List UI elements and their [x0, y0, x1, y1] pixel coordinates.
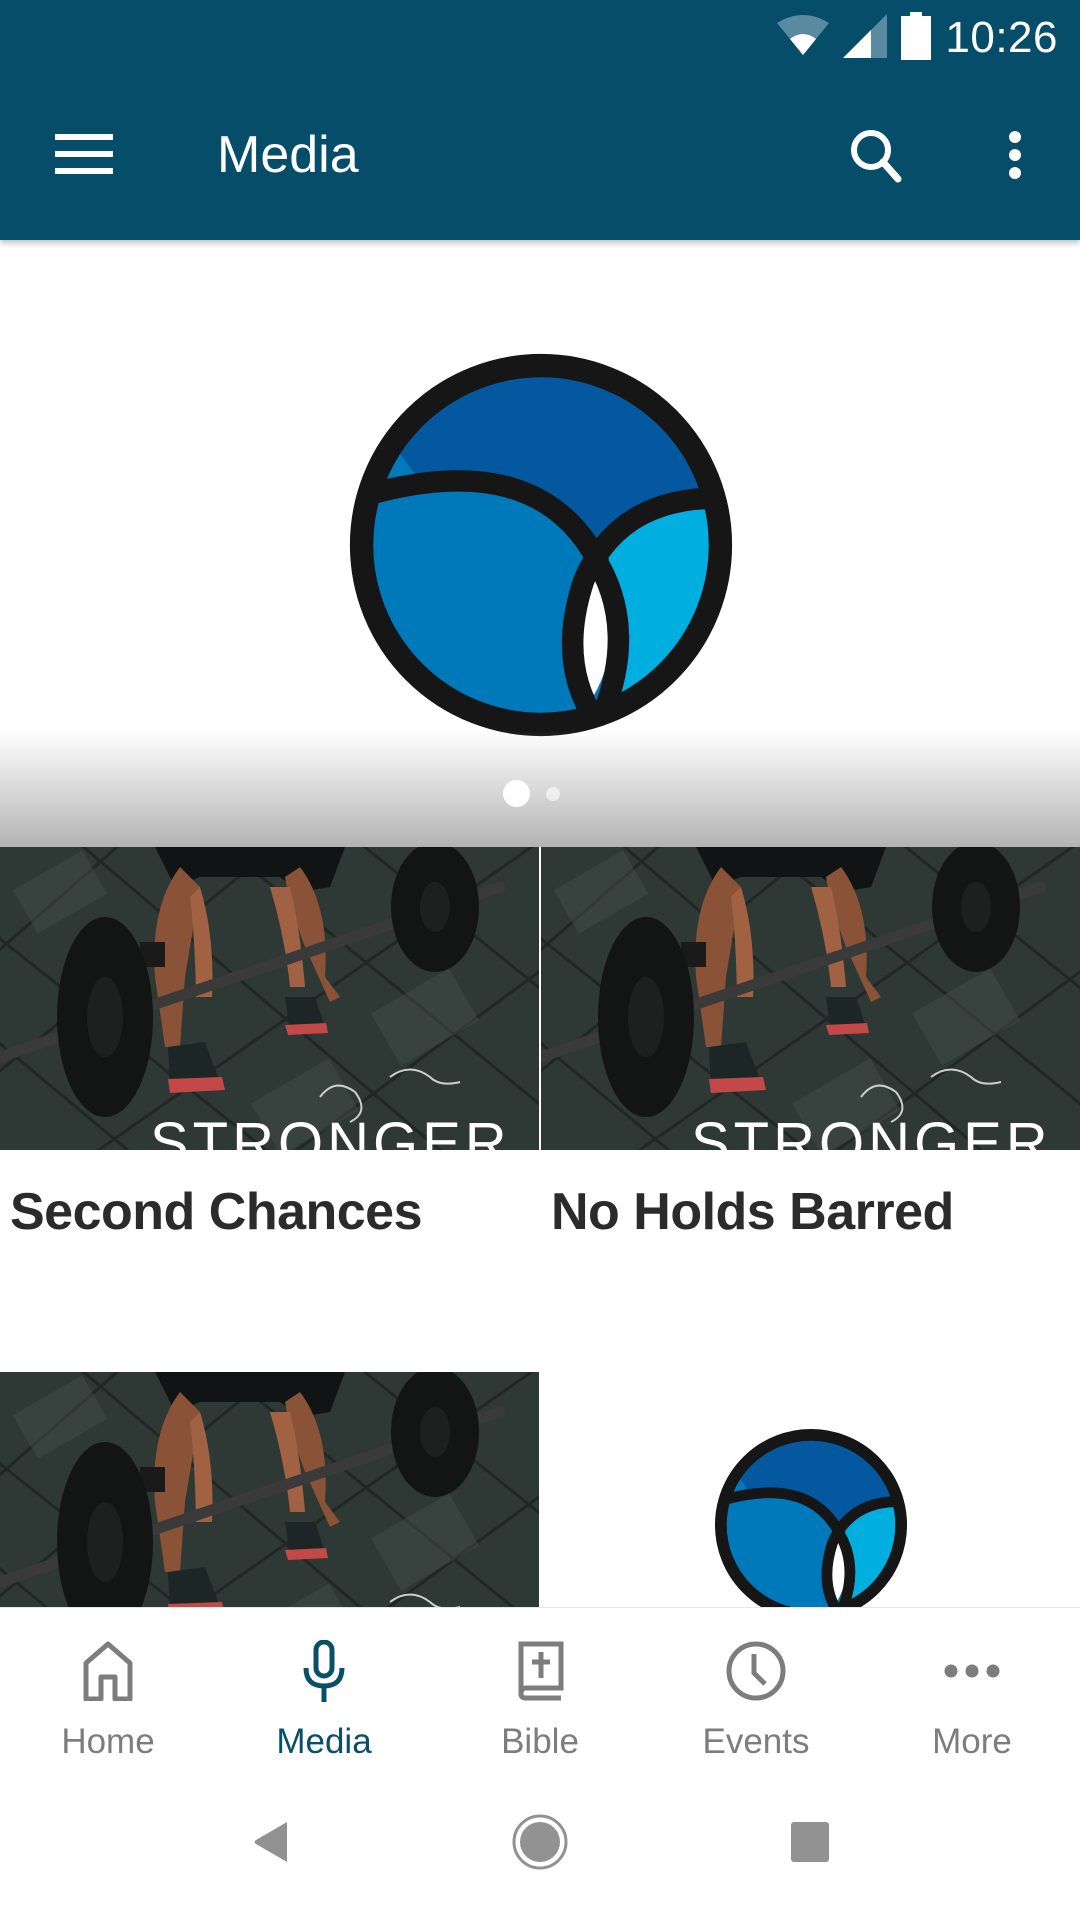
nav-bible[interactable]: Bible	[432, 1608, 648, 1767]
search-button[interactable]	[836, 115, 916, 195]
system-recents-button[interactable]	[765, 1807, 855, 1877]
carousel-dot[interactable]	[545, 786, 560, 801]
toolbar: Media	[0, 75, 1080, 240]
wifi-icon	[777, 14, 830, 62]
overflow-menu-icon	[1009, 131, 1021, 179]
nav-home[interactable]: Home	[0, 1608, 216, 1767]
screen: 10:26 Media Second Chances No Holds Barr…	[0, 0, 1080, 1920]
media-item[interactable]	[0, 1372, 539, 1607]
nav-events[interactable]: Events	[648, 1608, 864, 1767]
media-item[interactable]: Second Chances	[0, 847, 539, 1307]
nav-more[interactable]: More	[864, 1608, 1080, 1767]
nav-label: Media	[276, 1722, 372, 1761]
carousel-dot-active[interactable]	[502, 780, 530, 807]
cellular-signal-icon	[843, 13, 888, 63]
church-logo	[713, 1427, 909, 1607]
featured-carousel[interactable]	[0, 240, 1080, 847]
clock: 10:26	[945, 13, 1058, 62]
app-bar: 10:26 Media	[0, 0, 1080, 240]
bible-icon	[508, 1638, 572, 1704]
media-item[interactable]	[541, 1372, 1080, 1607]
media-item-title: No Holds Barred	[551, 1183, 954, 1241]
nav-label: Home	[61, 1722, 155, 1761]
nav-label: Events	[702, 1722, 810, 1761]
overflow-menu-button[interactable]	[975, 115, 1055, 195]
microphone-icon	[292, 1638, 356, 1704]
recents-icon	[791, 1822, 829, 1862]
page-title: Media	[217, 126, 359, 184]
system-navigation-bar	[0, 1767, 1080, 1920]
media-item[interactable]: No Holds Barred	[541, 847, 1080, 1307]
series-thumbnail	[0, 847, 539, 1150]
system-back-button[interactable]	[226, 1807, 316, 1877]
carousel-indicator	[0, 780, 1080, 807]
status-bar: 10:26	[0, 0, 1080, 75]
hamburger-menu-icon	[55, 134, 113, 174]
church-logo	[346, 350, 736, 740]
nav-label: Bible	[501, 1722, 579, 1761]
series-thumbnail	[0, 1372, 539, 1607]
search-icon	[851, 130, 902, 183]
home-circle-icon	[512, 1814, 568, 1870]
more-dots-icon	[940, 1638, 1004, 1704]
nav-label: More	[932, 1722, 1012, 1761]
back-icon	[254, 1822, 287, 1862]
bottom-navigation: Home Media Bible Events More	[0, 1607, 1080, 1767]
home-icon	[76, 1638, 140, 1704]
nav-media[interactable]: Media	[216, 1608, 432, 1767]
status-icons: 10:26	[777, 10, 1058, 66]
battery-icon	[901, 11, 932, 65]
clock-icon	[724, 1638, 788, 1704]
series-thumbnail	[541, 847, 1080, 1150]
system-home-button[interactable]	[495, 1807, 585, 1877]
media-item-title: Second Chances	[10, 1183, 423, 1241]
menu-button[interactable]	[40, 115, 128, 193]
